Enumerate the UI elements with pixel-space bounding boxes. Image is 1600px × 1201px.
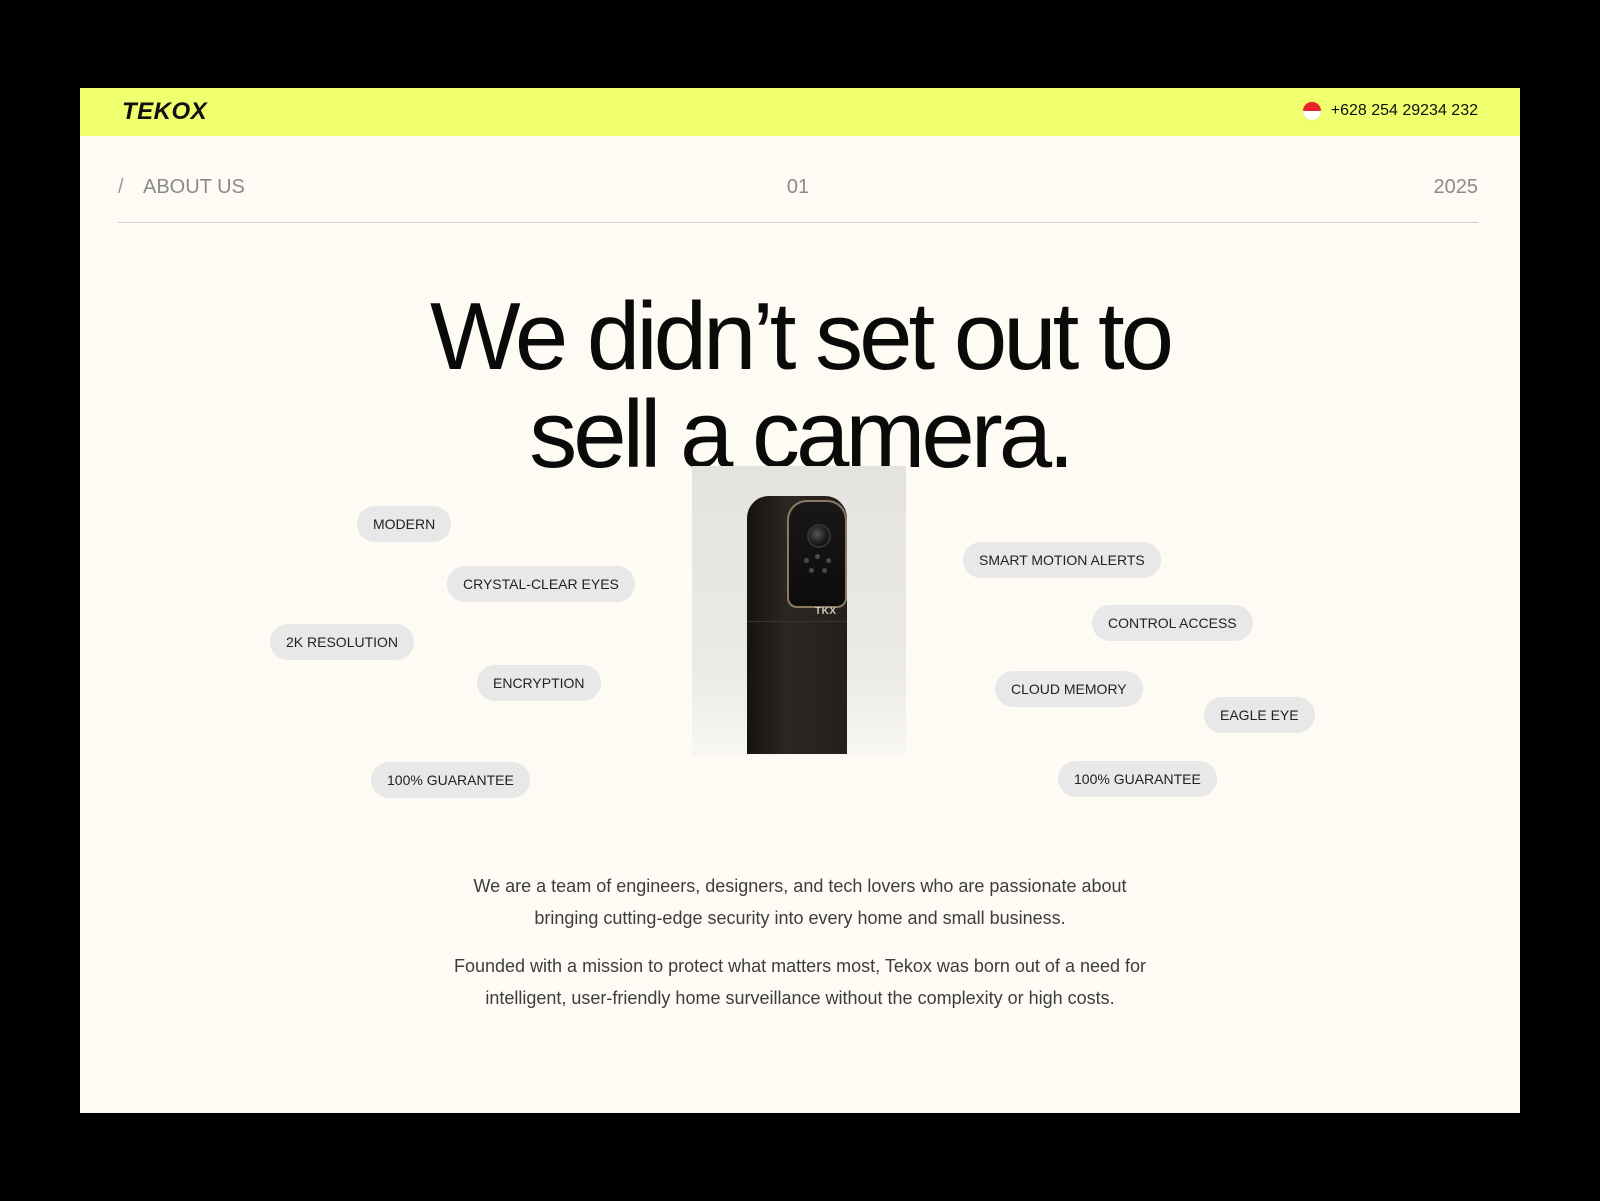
sensor-dot [815,554,820,559]
section-header: / ABOUT US 01 2025 [118,176,1478,224]
section-number: 01 [786,176,810,198]
tag-control-access: CONTROL ACCESS [1092,605,1253,641]
about-p2-line-1: Founded with a mission to protect what m… [453,956,1146,976]
camera-face [787,500,847,608]
top-bar: TEKOX +628 254 29234 232 [80,88,1520,136]
tag-2k-resolution: 2K RESOLUTION [270,624,415,660]
indonesia-flag-icon [1302,102,1321,120]
brand-logo[interactable]: TEKOX [122,98,207,126]
sensor-dot [804,558,809,563]
hero-line-1: We didn’t set out to [429,283,1174,390]
tag-encryption: ENCRYPTION [477,665,601,701]
about-page: TEKOX +628 254 29234 232 / ABOUT US 01 2… [80,88,1520,1113]
sensor-dot [809,568,814,573]
about-paragraph-2: Founded with a mission to protect what m… [80,950,1520,1014]
about-p1-line-1: We are a team of engineers, designers, a… [473,876,1127,896]
hero-headline: We didn’t set out to sell a camera. [80,288,1520,484]
camera-logo: TKX [815,606,837,617]
about-paragraph-1: We are a team of engineers, designers, a… [80,870,1520,934]
section-year: 2025 [1433,176,1479,198]
sensor-dot [822,568,827,573]
tag-eagle-eye: EAGLE EYE [1204,697,1315,733]
camera-lens-icon [807,524,831,548]
tag-cloud-memory: CLOUD MEMORY [995,671,1143,707]
sensor-dot [826,558,831,563]
tag-smart-motion-alerts: SMART MOTION ALERTS [963,542,1161,578]
about-p1-line-2: bringing cutting-edge security into ever… [534,908,1066,928]
camera-seam [747,621,847,622]
phone-contact[interactable]: +628 254 29234 232 [1302,102,1478,120]
phone-number[interactable]: +628 254 29234 232 [1331,102,1478,120]
tag-guarantee-right: 100% GUARANTEE [1058,761,1217,797]
section-divider [118,222,1478,223]
product-image: TKX [692,466,906,756]
camera-body: TKX [747,496,847,754]
tag-modern: MODERN [357,506,452,542]
about-p2-line-2: intelligent, user-friendly home surveill… [485,988,1115,1008]
tag-crystal-clear-eyes: CRYSTAL-CLEAR EYES [447,566,635,602]
tag-guarantee-left: 100% GUARANTEE [371,762,530,798]
